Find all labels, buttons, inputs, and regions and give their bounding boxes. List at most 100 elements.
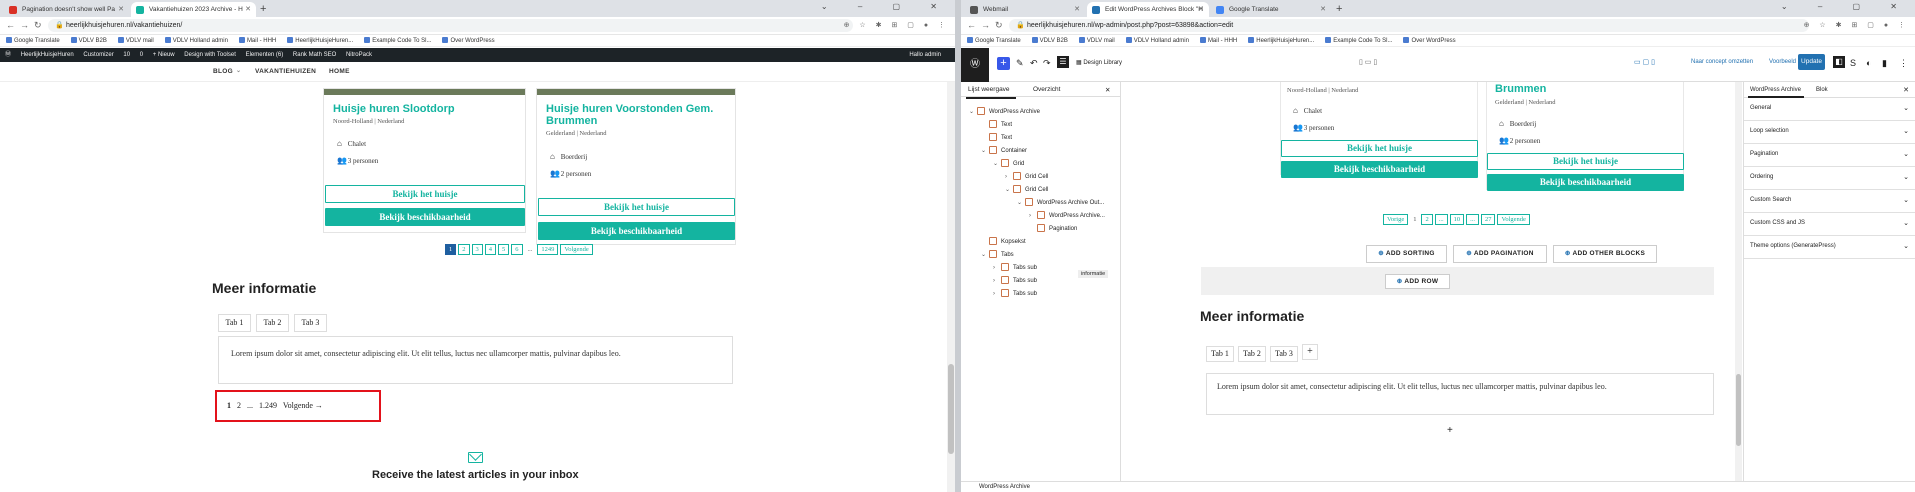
edit-pencil-icon[interactable]: ✎ (1016, 58, 1024, 69)
page-link[interactable]: 10 (1449, 214, 1465, 225)
responsive-preview-icons[interactable]: ▯ ▭ ▯ (1359, 58, 1377, 66)
view-house-button[interactable]: Bekijk het huisje (1487, 153, 1684, 170)
bookmark[interactable]: HeerlijkHuisjeHuren... (287, 35, 353, 46)
close-icon[interactable]: ✕ (118, 5, 124, 13)
list-view-icon[interactable]: ☰ (1057, 56, 1069, 68)
reload-icon[interactable]: ↻ (34, 20, 42, 31)
view-availability-button[interactable]: Bekijk beschikbaarheid (538, 222, 735, 240)
listing-title[interactable]: Brummen (1495, 83, 1546, 95)
stackable-icon[interactable]: S (1850, 58, 1856, 68)
panel-loop-selection[interactable]: Loop selection ⌄ (1744, 121, 1915, 144)
close-icon[interactable]: ✕ (1074, 5, 1080, 13)
url-input[interactable]: 🔒 heerlijkhuisjehuren.nl/wp-admin/post.p… (1009, 19, 1809, 32)
add-row-button[interactable]: ⊕ ADD ROW (1385, 274, 1450, 289)
panel-custom-css-js[interactable]: Custom CSS and JS ⌄ (1744, 213, 1915, 236)
close-icon[interactable]: ✕ (1320, 5, 1326, 13)
add-pagination-button[interactable]: ⊕ ADD PAGINATION (1453, 245, 1547, 263)
bookmark[interactable]: VDLV Holland admin (164, 35, 228, 46)
forward-icon[interactable]: → (981, 20, 990, 30)
chevron-icon[interactable]: ⌄ (969, 106, 977, 119)
window-controls-icon[interactable]: ⌄ – ▢ ✕ (1781, 2, 1911, 11)
prev-page-link[interactable]: Vorige (1383, 214, 1409, 225)
admin-customizer-link[interactable]: Customizer (83, 52, 113, 58)
extension-icons[interactable]: ⊕ ☆ ✱ ⊞ ▢ ● ⋮ (1804, 21, 1909, 29)
view-availability-button[interactable]: Bekijk beschikbaarheid (1487, 174, 1684, 191)
list-view-item[interactable]: Text (961, 119, 1120, 132)
close-icon[interactable]: ✕ (1198, 5, 1204, 13)
close-icon[interactable]: ✕ (1105, 86, 1110, 94)
block-tab[interactable]: Blok (1816, 87, 1828, 93)
design-library-button[interactable]: ▦ Design Library (1076, 59, 1122, 66)
list-view-tab[interactable]: Lijst weergave (968, 86, 1010, 93)
new-tab-icon[interactable]: + (260, 3, 266, 15)
next-page-link[interactable]: Volgende (1497, 214, 1530, 225)
browser-tab-active[interactable]: Vakantiehuizen 2023 Archive - H ✕ (131, 2, 256, 17)
list-view-item[interactable]: ⌄ Container (961, 145, 1120, 158)
scrollbar[interactable] (1735, 82, 1742, 481)
bookmark[interactable]: Over WordPress (442, 35, 495, 46)
next-page-link[interactable]: Volgende → (283, 401, 323, 410)
chevron-icon[interactable]: ⌄ (1017, 197, 1025, 210)
chevron-icon[interactable]: › (1029, 210, 1037, 223)
add-sorting-button[interactable]: ⊕ ADD SORTING (1366, 245, 1447, 263)
panel-ordering[interactable]: Ordering ⌄ (1744, 167, 1915, 190)
tab-3[interactable]: Tab 3 (1270, 346, 1298, 362)
scrollbar[interactable] (947, 82, 955, 492)
redo-icon[interactable]: ↷ (1043, 58, 1051, 69)
page-link[interactable]: 2 (1421, 214, 1433, 225)
admin-account-link[interactable]: Hallo admin (909, 48, 941, 62)
panel-theme-options[interactable]: Theme options (GeneratePress) ⌄ (1744, 236, 1915, 259)
chevron-icon[interactable]: › (1005, 171, 1013, 184)
list-view-item[interactable]: Text (961, 132, 1120, 145)
bookmark[interactable]: Google Translate (6, 35, 60, 46)
chevron-icon[interactable]: ⌄ (993, 158, 1001, 171)
bookmark[interactable]: VDLV mail (1078, 35, 1115, 46)
listing-card[interactable]: Noord-Holland | Nederland ⌂ Chalet 👥 3 p… (1280, 82, 1478, 178)
page-link[interactable]: 5 (498, 244, 510, 255)
url-input[interactable]: 🔒 heerlijkhuisjehuren.nl/vakantiehuizen/ (48, 19, 853, 32)
nav-vakantiehuizen[interactable]: VAKANTIEHUIZEN (255, 68, 316, 75)
tab-2[interactable]: Tab 2 (256, 314, 289, 332)
wp-logo-icon[interactable]: Ⓦ (961, 48, 989, 82)
panel-custom-search[interactable]: Custom Search ⌄ (1744, 190, 1915, 213)
listing-card[interactable]: Brummen Gelderland | Nederland ⌂ Boerder… (1486, 82, 1684, 191)
chevron-icon[interactable]: ⌄ (1005, 184, 1013, 197)
listing-title[interactable]: Huisje huren Voorstonden Gem. Brummen (546, 103, 731, 127)
bookmark[interactable]: Mail - HHH (1199, 35, 1237, 46)
admin-rankmath-link[interactable]: Rank Math SEO (293, 52, 336, 58)
list-view-item[interactable]: Kopsekst (961, 236, 1120, 249)
document-tab[interactable]: WordPress Archive (1750, 87, 1801, 93)
listing-title[interactable]: Huisje huren Slootdorp (333, 103, 455, 115)
admin-comments-link[interactable]: 0 (140, 52, 143, 58)
page-link[interactable]: 2 (237, 401, 241, 410)
scrollbar-thumb[interactable] (948, 364, 954, 454)
list-view-item[interactable]: ⌄ WordPress Archive Out... (961, 197, 1120, 210)
add-other-blocks-button[interactable]: ⊕ ADD OTHER BLOCKS (1553, 245, 1657, 263)
admin-elements-link[interactable]: Elementen (6) (246, 52, 284, 58)
list-view-item[interactable]: ⌄ Grid (961, 158, 1120, 171)
chevron-icon[interactable]: › (993, 288, 1001, 301)
undo-icon[interactable]: ↶ (1030, 58, 1038, 69)
bookmark[interactable]: Example Code To Sl... (364, 35, 431, 46)
close-icon[interactable]: ✕ (1903, 86, 1909, 94)
browser-tab[interactable]: Pagination doesn't show well Pa ✕ (4, 2, 129, 17)
tab-2[interactable]: Tab 2 (1238, 346, 1266, 362)
view-house-button[interactable]: Bekijk het huisje (325, 185, 525, 203)
list-view-item[interactable]: › Tabs sub (961, 288, 1120, 301)
view-availability-button[interactable]: Bekijk beschikbaarheid (325, 208, 525, 226)
list-view-item[interactable]: › Grid Cell (961, 171, 1120, 184)
back-icon[interactable]: ← (967, 20, 976, 30)
window-controls-icon[interactable]: ⌄ – ▢ ✕ (821, 2, 951, 11)
tab-1[interactable]: Tab 1 (218, 314, 251, 332)
admin-site-link[interactable]: HeerlijkHuisjeHuren (21, 52, 74, 58)
add-tab-icon[interactable]: + (1302, 344, 1318, 360)
bookmark[interactable]: Google Translate (967, 35, 1021, 46)
view-house-button[interactable]: Bekijk het huisje (538, 198, 735, 216)
page-link[interactable]: 1 (445, 244, 457, 255)
block-inserter-icon[interactable]: + (1447, 425, 1453, 436)
bookmark[interactable]: VDLV mail (117, 35, 154, 46)
rankmath-icon[interactable]: ◐ (1866, 58, 1871, 68)
page-link[interactable]: 27 (1480, 214, 1496, 225)
bookmark[interactable]: HeerlijkHuisjeHuren... (1248, 35, 1314, 46)
listing-image[interactable] (324, 89, 525, 95)
